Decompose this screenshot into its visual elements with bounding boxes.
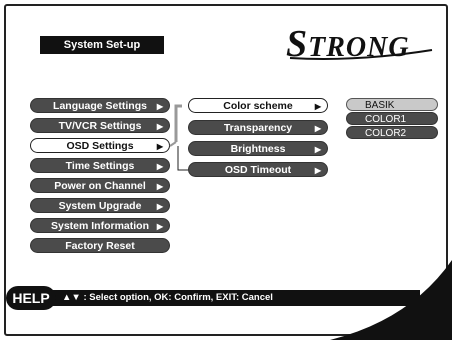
menu-item-label: System Information — [50, 220, 150, 232]
chevron-right-icon: ▶ — [314, 102, 321, 111]
help-bar: ▲▼ : Select option, OK: Confirm, EXIT: C… — [0, 286, 452, 310]
menu-item-label: System Upgrade — [58, 200, 142, 212]
chevron-right-icon: ▶ — [156, 202, 163, 211]
menu-item-label: Time Settings — [65, 160, 135, 172]
chevron-right-icon: ▶ — [314, 166, 321, 175]
menu-item-label: OSD Settings — [66, 140, 134, 152]
menu-item-factory-reset[interactable]: Factory Reset — [30, 238, 170, 253]
option-color2[interactable]: COLOR2 — [346, 126, 438, 139]
help-text: ▲▼ : Select option, OK: Confirm, EXIT: C… — [62, 292, 273, 303]
chevron-right-icon: ▶ — [156, 182, 163, 191]
option-color1[interactable]: COLOR1 — [346, 112, 438, 125]
menu-item-time-settings[interactable]: Time Settings ▶ — [30, 158, 170, 173]
submenu-item-color-scheme[interactable]: Color scheme ▶ — [188, 98, 328, 113]
help-strip: ▲▼ : Select option, OK: Confirm, EXIT: C… — [40, 290, 420, 306]
page-title: System Set-up — [40, 36, 164, 54]
submenu-item-label: OSD Timeout — [224, 164, 292, 176]
chevron-right-icon: ▶ — [156, 142, 163, 151]
logo-underline-icon — [289, 49, 433, 60]
menu-item-language-settings[interactable]: Language Settings ▶ — [30, 98, 170, 113]
osd-screen: System Set-up STRONG Language Settings ▶… — [0, 0, 452, 340]
option-basik[interactable]: BASIK — [346, 98, 438, 111]
submenu-item-brightness[interactable]: Brightness ▶ — [188, 141, 328, 156]
menu-item-system-upgrade[interactable]: System Upgrade ▶ — [30, 198, 170, 213]
menu-item-label: Language Settings — [53, 100, 147, 112]
help-badge: HELP — [6, 286, 56, 310]
menu-item-osd-settings[interactable]: OSD Settings ▶ — [30, 138, 170, 153]
menu-item-label: Power on Channel — [54, 180, 146, 192]
menu-item-label: Factory Reset — [65, 240, 135, 252]
submenu-item-osd-timeout[interactable]: OSD Timeout ▶ — [188, 162, 328, 177]
menu-item-label: TV/VCR Settings — [58, 120, 142, 132]
chevron-right-icon: ▶ — [156, 162, 163, 171]
strong-logo: STRONG — [286, 18, 436, 65]
chevron-right-icon: ▶ — [314, 124, 321, 133]
menu-item-system-information[interactable]: System Information ▶ — [30, 218, 170, 233]
submenu-item-transparency[interactable]: Transparency ▶ — [188, 120, 328, 135]
menu-item-power-on-channel[interactable]: Power on Channel ▶ — [30, 178, 170, 193]
menu-item-tv-vcr-settings[interactable]: TV/VCR Settings ▶ — [30, 118, 170, 133]
chevron-right-icon: ▶ — [156, 222, 163, 231]
chevron-right-icon: ▶ — [156, 102, 163, 111]
chevron-right-icon: ▶ — [156, 122, 163, 131]
submenu-item-label: Color scheme — [223, 100, 293, 112]
chevron-right-icon: ▶ — [314, 145, 321, 154]
submenu-item-label: Transparency — [223, 122, 293, 134]
submenu-item-label: Brightness — [230, 143, 286, 155]
